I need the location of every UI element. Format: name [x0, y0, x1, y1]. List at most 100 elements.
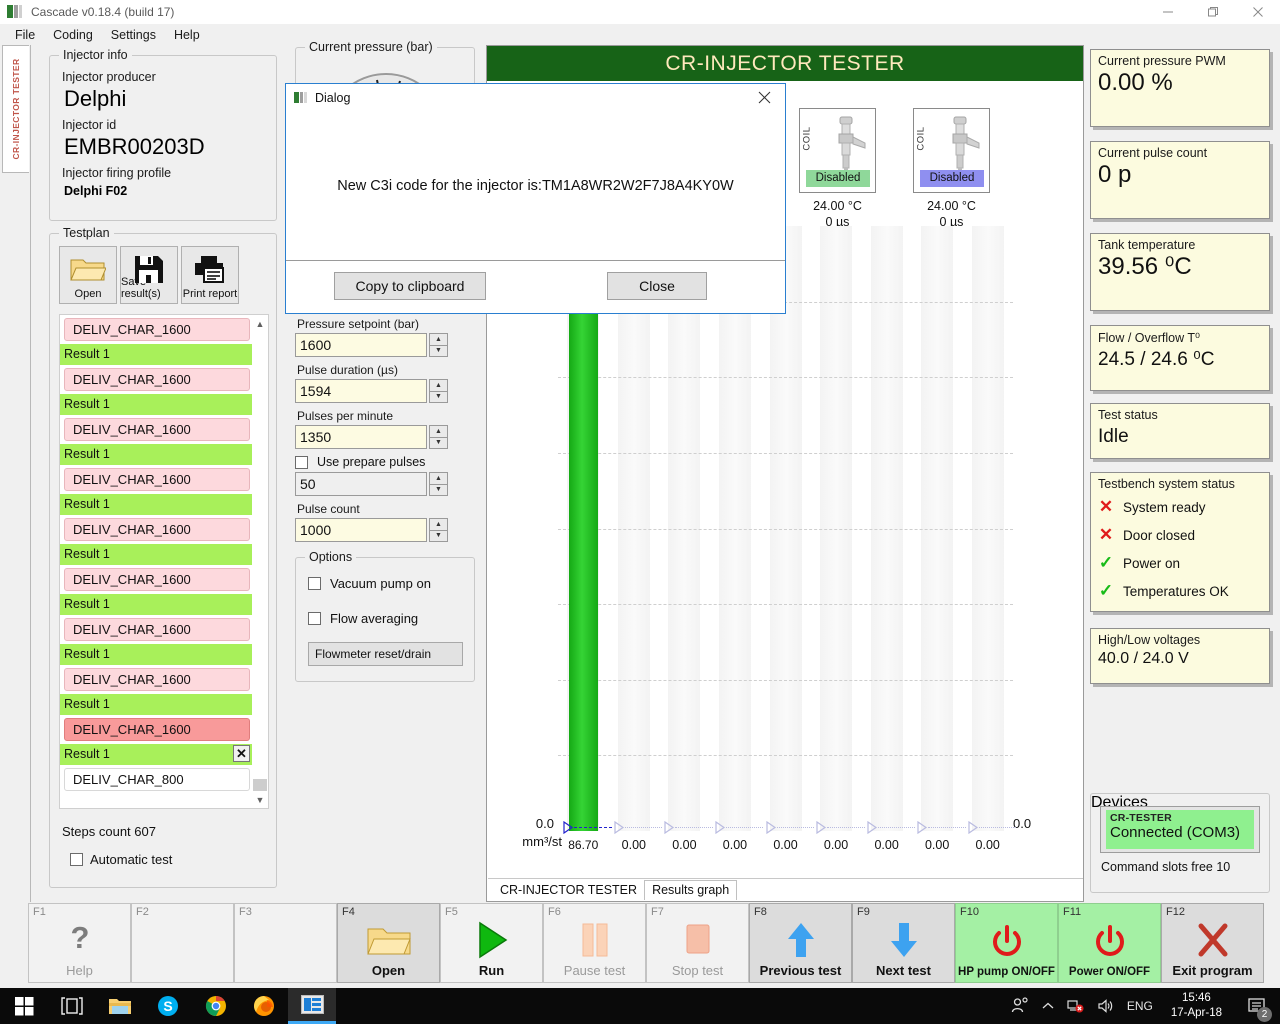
testplan-result[interactable]: Result 1 [60, 544, 254, 565]
testplan-step[interactable]: DELIV_CHAR_1600 [64, 518, 250, 541]
spinner-up-icon[interactable]: ▲ [429, 379, 448, 391]
setting-field-input[interactable]: 1350 [295, 425, 427, 449]
setting-field-input[interactable]: 1600 [295, 333, 427, 357]
clock[interactable]: 15:46 17-Apr-18 [1165, 991, 1228, 1021]
fkey-previous-test[interactable]: F8 Previous test [749, 903, 852, 983]
testplan-list[interactable]: DELIV_CHAR_1600 Result 1 DELIV_CHAR_1600 Re… [59, 314, 269, 809]
testplan-step[interactable]: DELIV_CHAR_1600 [64, 468, 250, 491]
print-report-button[interactable]: Print report [181, 246, 239, 304]
testplan-step[interactable]: DELIV_CHAR_1600 [64, 568, 250, 591]
fkey-help[interactable]: F1? Help [28, 903, 131, 983]
flow-averaging-box[interactable] [308, 612, 321, 625]
close-button[interactable] [1235, 0, 1280, 24]
testplan-step[interactable]: DELIV_CHAR_1600 [64, 718, 250, 741]
setting-field-input[interactable]: 50 [295, 472, 427, 496]
system-status-rows: ✕ System ready ✕ Door closed ✓ Power on ✓ Tempe… [1098, 493, 1262, 605]
menu-coding[interactable]: Coding [44, 26, 102, 44]
testplan-result[interactable]: Result 1 [60, 594, 254, 615]
notification-icon[interactable]: 2 [1240, 988, 1274, 1024]
scrollbar-thumb[interactable] [253, 779, 267, 791]
people-icon[interactable] [1011, 997, 1029, 1015]
fkey-power-on-off[interactable]: F11 Power ON/OFF [1058, 903, 1161, 983]
chevron-up-icon[interactable]: ▲ [252, 315, 268, 332]
testplan-step[interactable]: DELIV_CHAR_1600 [64, 418, 250, 441]
spinner-up-icon[interactable]: ▲ [429, 518, 448, 530]
windows-start-icon[interactable] [0, 988, 48, 1024]
use-prepare-pulses-checkbox[interactable]: Use prepare pulses [295, 455, 475, 469]
testplan-result[interactable]: Result 1 [60, 444, 254, 465]
dialog-close-icon[interactable] [743, 84, 785, 111]
language-indicator[interactable]: ENG [1127, 999, 1153, 1013]
close-x-icon[interactable]: ✕ [233, 745, 250, 762]
chevron-up-icon[interactable] [1041, 1001, 1055, 1011]
copy-to-clipboard-button[interactable]: Copy to clipboard [334, 272, 486, 300]
automatic-test-checkbox[interactable]: Automatic test [70, 852, 172, 867]
fkey-exit-program[interactable]: F12 Exit program [1161, 903, 1264, 983]
testplan-step[interactable]: DELIV_CHAR_1600 [64, 318, 250, 341]
flowmeter-reset-button[interactable]: Flowmeter reset/drain [308, 642, 463, 666]
fkey-next-test[interactable]: F9 Next test [852, 903, 955, 983]
task-view-icon[interactable] [48, 988, 96, 1024]
skype-icon[interactable]: S [144, 988, 192, 1024]
menu-file[interactable]: File [6, 26, 44, 44]
vacuum-pump-box[interactable] [308, 577, 321, 590]
testplan-scrollbar[interactable]: ▲ ▼ [252, 315, 268, 808]
testplan-result[interactable]: Result 1 [60, 644, 254, 665]
file-explorer-icon[interactable] [96, 988, 144, 1024]
spinner[interactable]: ▲ ▼ [429, 425, 448, 449]
testplan-result[interactable]: Result 1 [60, 394, 254, 415]
close-dialog-button[interactable]: Close [607, 272, 707, 300]
spinner[interactable]: ▲ ▼ [429, 333, 448, 357]
use-prepare-pulses-box[interactable] [295, 455, 308, 469]
testplan-result[interactable]: Result 1 ✕ [60, 744, 254, 765]
flow-averaging-checkbox[interactable]: Flow averaging [308, 611, 463, 626]
maximize-button[interactable] [1190, 0, 1235, 24]
chevron-down-icon[interactable]: ▼ [252, 791, 268, 808]
coil-card-2[interactable]: COIL Disabled 24.00 °C 0 µs [913, 108, 990, 230]
windows-taskbar: S ENG 15:46 17-Apr-18 2 [0, 988, 1280, 1024]
testplan-step[interactable]: DELIV_CHAR_1600 [64, 368, 250, 391]
spinner[interactable]: ▲ ▼ [429, 518, 448, 542]
spinner[interactable]: ▲ ▼ [429, 379, 448, 403]
spinner-down-icon[interactable]: ▼ [429, 390, 448, 403]
cascade-taskbar-icon[interactable] [288, 988, 336, 1024]
spinner[interactable]: ▲ ▼ [429, 472, 448, 496]
menu-settings[interactable]: Settings [102, 26, 165, 44]
tab-results-graph[interactable]: Results graph [644, 880, 738, 900]
testplan-result[interactable]: Result 1 [60, 344, 254, 365]
testplan-result[interactable]: Result 1 [60, 694, 254, 715]
spinner-up-icon[interactable]: ▲ [429, 333, 448, 345]
spinner-down-icon[interactable]: ▼ [429, 436, 448, 449]
testplan-result[interactable]: Result 1 [60, 494, 254, 515]
fkey-stop-test[interactable]: F7 Stop test [646, 903, 749, 983]
open-testplan-button[interactable]: Open [59, 246, 117, 304]
device-card-cr-tester[interactable]: CR-TESTER Connected (COM3) [1100, 806, 1260, 853]
testplan-step[interactable]: DELIV_CHAR_1600 [64, 618, 250, 641]
spinner-down-icon[interactable]: ▼ [429, 529, 448, 542]
setting-field-input[interactable]: 1000 [295, 518, 427, 542]
fkey-run[interactable]: F5 Run [440, 903, 543, 983]
save-results-button[interactable]: Save result(s) [120, 246, 178, 304]
speaker-icon[interactable] [1097, 998, 1115, 1014]
testplan-step[interactable]: DELIV_CHAR_1600 [64, 668, 250, 691]
coil-card-1[interactable]: COIL Disabled 24.00 °C 0 µs [799, 108, 876, 230]
chrome-icon[interactable] [192, 988, 240, 1024]
network-error-icon[interactable] [1067, 998, 1085, 1014]
automatic-test-box[interactable] [70, 853, 83, 866]
menu-help[interactable]: Help [165, 26, 209, 44]
testplan-step[interactable]: DELIV_CHAR_800 [64, 768, 250, 791]
fkey-open[interactable]: F4 Open [337, 903, 440, 983]
fkey-hp-pump-on-off[interactable]: F10 HP pump ON/OFF [955, 903, 1058, 983]
tab-cr-injector-tester[interactable]: CR-INJECTOR TESTER [493, 881, 644, 900]
minimize-button[interactable] [1145, 0, 1190, 24]
spinner-up-icon[interactable]: ▲ [429, 425, 448, 437]
fkey-pause-test[interactable]: F6 Pause test [543, 903, 646, 983]
firefox-icon[interactable] [240, 988, 288, 1024]
spinner-up-icon[interactable]: ▲ [429, 472, 448, 484]
vacuum-pump-checkbox[interactable]: Vacuum pump on [308, 576, 463, 591]
spinner-down-icon[interactable]: ▼ [429, 344, 448, 357]
vertical-tab-cr-injector-tester[interactable]: CR-INJECTOR TESTER [2, 45, 29, 173]
setting-field-input[interactable]: 1594 [295, 379, 427, 403]
dialog-titlebar: Dialog [286, 84, 785, 111]
spinner-down-icon[interactable]: ▼ [429, 483, 448, 496]
